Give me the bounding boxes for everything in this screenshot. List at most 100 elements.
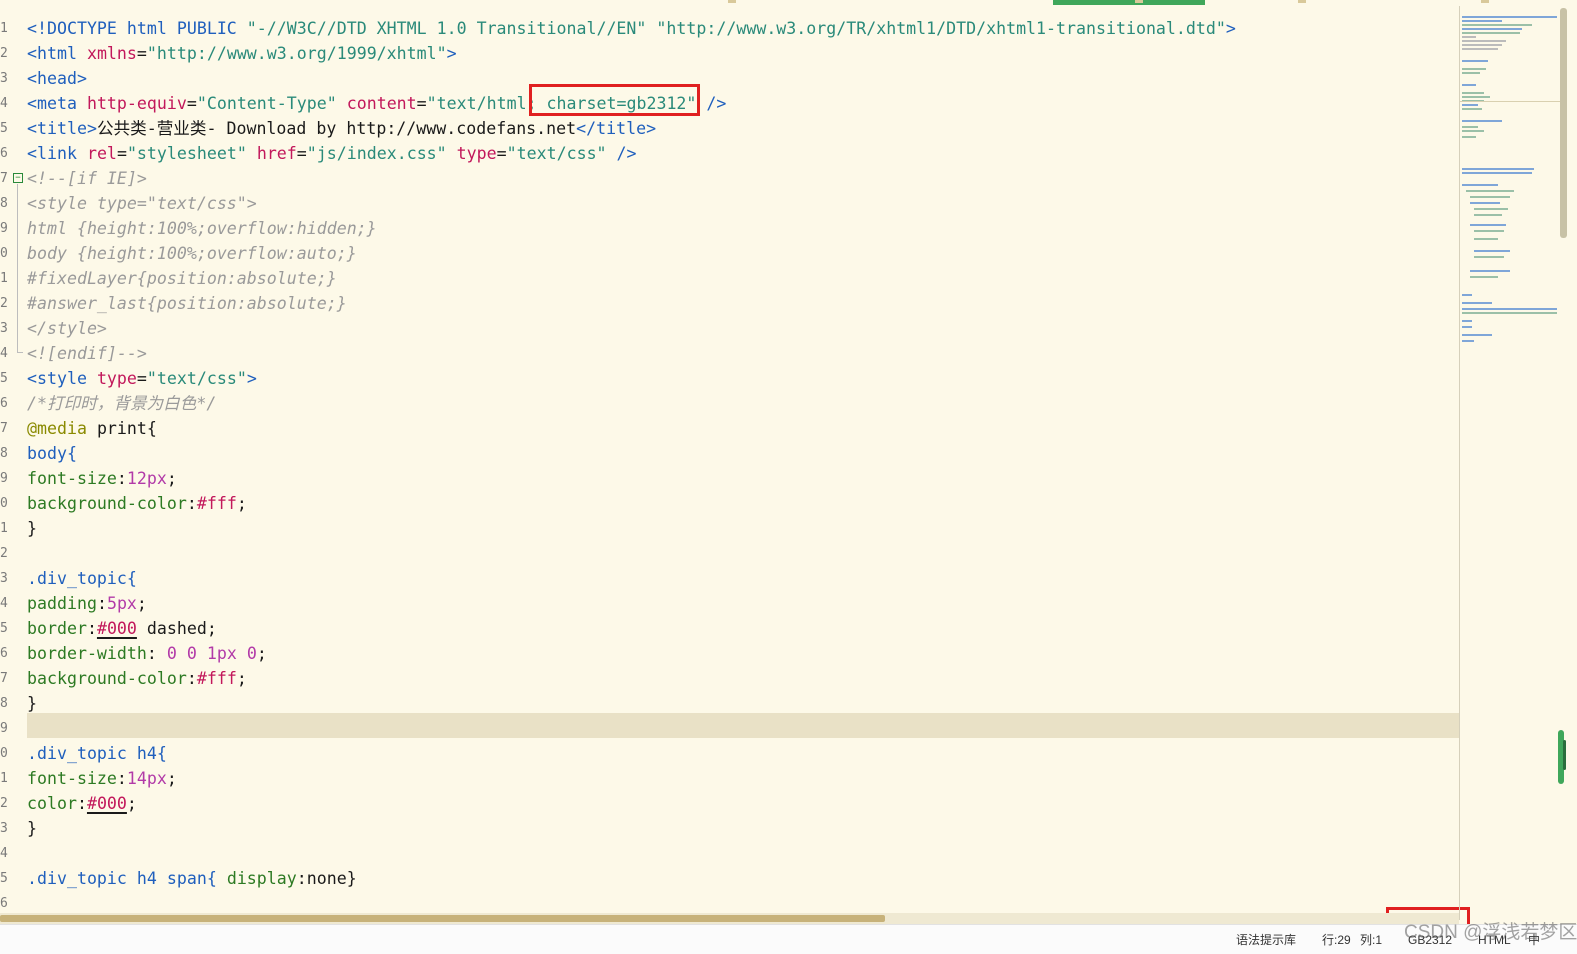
code-line: <title>公共类-营业类- Download by http://www.c… (27, 116, 656, 141)
code-token: background-color (27, 669, 187, 688)
code-token: = (136, 369, 147, 388)
fold-guide-end (17, 352, 23, 353)
charset-highlight-box (529, 84, 700, 116)
minimap-line (1462, 308, 1557, 310)
code-line: <style type="text/css"> (27, 366, 257, 391)
watermark-text: CSDN @浮浅若梦区 (1404, 922, 1577, 943)
minimap-line (1470, 224, 1506, 226)
minimap-line (1462, 302, 1492, 304)
line-number: 1 (0, 271, 8, 286)
minimap-line (1470, 270, 1510, 272)
code-token: 1 (206, 644, 217, 663)
code-token: print{ (86, 419, 157, 438)
code-token: dashed; (136, 619, 217, 638)
line-number: 0 (0, 246, 8, 261)
vertical-scrollbar[interactable] (1560, 8, 1567, 238)
code-minimap[interactable] (1460, 12, 1560, 372)
code-token: { (206, 869, 227, 888)
code-token: </title> (576, 119, 657, 138)
line-number: 2 (0, 296, 8, 311)
code-token: <link (27, 144, 87, 163)
line-number: 7 (0, 671, 8, 686)
horizontal-scroll-thumb[interactable] (0, 915, 885, 922)
line-number-gutter: 1 2 3 4 5 6 7 8 9 0 1 2 3 4 5 6 7 8 9 0 … (0, 16, 12, 914)
code-token: "stylesheet" (126, 144, 247, 163)
code-line: } (27, 519, 37, 538)
code-line: <![endif]--> (27, 344, 147, 363)
tab-marker (1481, 0, 1489, 3)
code-line: body {height:100%;overflow:auto;} (27, 244, 357, 263)
code-line: /*打印时，背景为白色*/ (27, 394, 217, 413)
minimap-line (1462, 60, 1488, 62)
code-token: = (496, 144, 507, 163)
code-token: <style (27, 369, 97, 388)
code-token: : (76, 794, 87, 813)
code-token: : (86, 619, 97, 638)
code-line: </style> (27, 319, 107, 338)
tab-marker (1135, 0, 1143, 3)
fold-toggle-icon[interactable]: − (13, 173, 23, 183)
line-number: 9 (0, 721, 8, 736)
code-line: body{ (27, 444, 77, 463)
minimap-line (1462, 68, 1486, 70)
code-line: #answer_last{position:absolute;} (27, 294, 347, 313)
code-token: "-//W3C//DTD XHTML 1.0 Transitional//EN" (246, 19, 647, 38)
code-token: type (96, 369, 137, 388)
code-line: .div_topic h4{ (27, 741, 167, 766)
minimap-line (1462, 108, 1482, 110)
cursor-column: 列:1 (1360, 933, 1383, 947)
code-token: = (136, 44, 147, 63)
code-token: type (456, 144, 497, 163)
syntax-hint-library[interactable]: 语法提示库 (1236, 929, 1296, 951)
code-line: } (27, 694, 37, 713)
code-token: background-color (27, 494, 187, 513)
code-line: #fixedLayer{position:absolute;} (27, 269, 337, 288)
minimap-line (1462, 340, 1474, 342)
line-number: 5 (0, 621, 8, 636)
tab-marker (1298, 0, 1306, 3)
code-token: .div_topic (27, 869, 127, 888)
code-line: <!DOCTYPE html PUBLIC "-//W3C//DTD XHTML… (27, 16, 1236, 41)
line-number: 4 (0, 96, 8, 111)
minimap-line (1462, 24, 1532, 26)
code-token: 12 (126, 469, 147, 488)
active-tab-indicator[interactable] (1053, 0, 1205, 5)
minimap-line (1462, 120, 1502, 122)
line-number: 5 (0, 121, 8, 136)
minimap-line (1462, 28, 1522, 30)
code-token: font-size (27, 469, 117, 488)
code-token: 0 (246, 644, 257, 663)
line-number: 2 (0, 546, 8, 561)
code-token: "js/index.css" (306, 144, 447, 163)
line-number: 2 (0, 796, 8, 811)
code-token: = (296, 144, 307, 163)
minimap-line (1474, 250, 1510, 252)
code-token: : (186, 669, 197, 688)
code-token: border-width (27, 644, 147, 663)
line-number: 1 (0, 21, 8, 36)
minimap-line (1462, 312, 1557, 314)
code-editor[interactable]: <!DOCTYPE html PUBLIC "-//W3C//DTD XHTML… (27, 16, 1457, 914)
code-token: <!DOCTYPE html PUBLIC (27, 19, 247, 38)
minimap-line (1462, 320, 1472, 322)
code-token: "Content-Type" (196, 94, 337, 113)
minimap-line (1462, 96, 1490, 98)
line-number: 3 (0, 821, 8, 836)
line-number: 4 (0, 596, 8, 611)
code-token: 0 (166, 644, 177, 663)
code-token: /> (606, 144, 637, 163)
code-token: display (226, 869, 297, 888)
line-number: 3 (0, 571, 8, 586)
code-token: /> (696, 94, 727, 113)
line-number: 4 (0, 346, 8, 361)
minimap-line (1462, 184, 1498, 186)
code-token: : (146, 644, 167, 663)
tab-marker (728, 0, 736, 3)
code-token: ; (136, 594, 147, 613)
minimap-line (1462, 168, 1534, 170)
